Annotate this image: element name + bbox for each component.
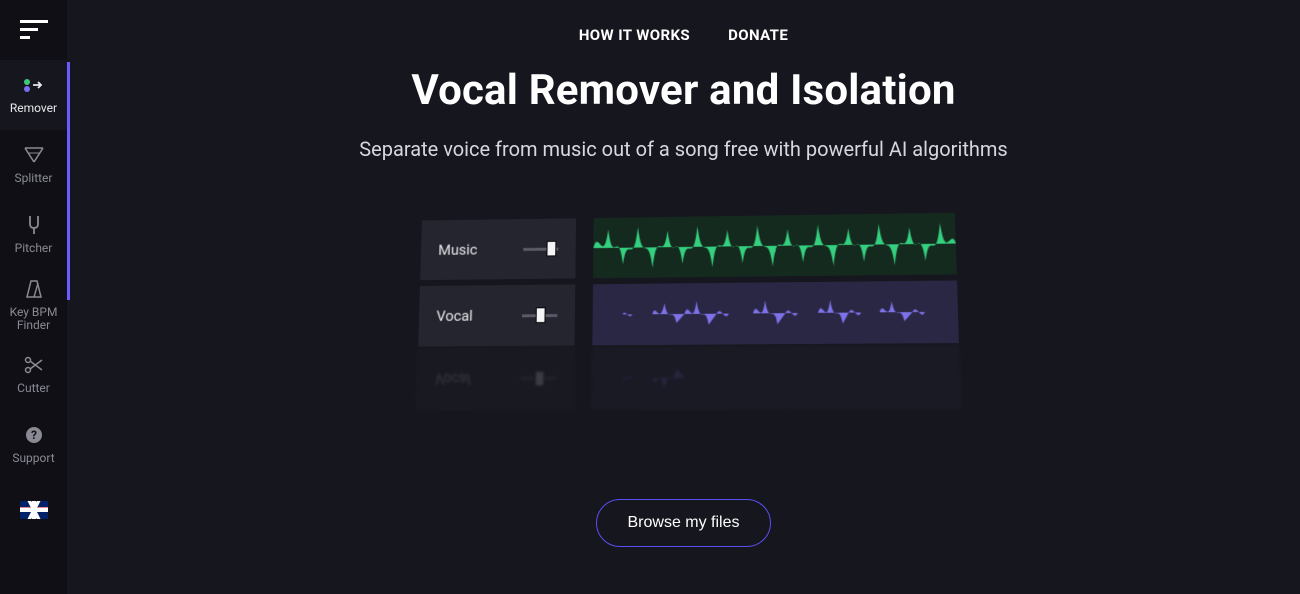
track-label: Vocal: [436, 307, 473, 325]
tuning-fork-icon: [23, 214, 45, 236]
nav-donate[interactable]: DONATE: [728, 26, 788, 44]
sidebar-item-label: Cutter: [17, 382, 50, 395]
language-selector[interactable]: [0, 480, 67, 530]
sidebar-item-label: Remover: [10, 102, 57, 115]
sidebar-item-cutter[interactable]: Cutter: [0, 340, 67, 410]
sidebar-item-remover[interactable]: Remover: [0, 60, 67, 130]
track-label: Music: [438, 241, 478, 259]
sidebar-item-support[interactable]: ? Support: [0, 410, 67, 480]
vocal-slider[interactable]: [521, 309, 556, 321]
page-subtitle: Separate voice from music out of a song …: [359, 137, 1008, 161]
top-nav: HOW IT WORKS DONATE: [579, 0, 788, 58]
uk-flag-icon: [20, 501, 48, 519]
page-title: Vocal Remover and Isolation: [411, 66, 955, 115]
sidebar: Remover Splitter Pitcher Key BPM Finder: [0, 0, 67, 594]
music-waveform: [593, 213, 957, 279]
metronome-icon: [23, 278, 45, 300]
splitter-icon: [23, 144, 45, 166]
browse-files-button[interactable]: Browse my files: [596, 499, 770, 547]
sidebar-item-keybpm[interactable]: Key BPM Finder: [0, 270, 67, 340]
sidebar-item-label: Splitter: [15, 172, 53, 185]
menu-icon: [20, 20, 48, 40]
svg-text:?: ?: [31, 428, 37, 442]
vocal-waveform: [592, 280, 959, 345]
sidebar-item-pitcher[interactable]: Pitcher: [0, 200, 67, 270]
scissors-icon: [23, 354, 45, 376]
track-vocal: Vocal: [418, 280, 959, 346]
nav-how-it-works[interactable]: HOW IT WORKS: [579, 26, 690, 44]
sidebar-item-label: Support: [12, 452, 54, 465]
sidebar-active-indicator: [67, 62, 70, 300]
music-slider[interactable]: [523, 243, 558, 255]
menu-toggle[interactable]: [0, 0, 67, 60]
help-icon: ?: [23, 424, 45, 446]
sidebar-item-label: Key BPM Finder: [10, 306, 58, 332]
remover-icon: [23, 74, 45, 96]
sidebar-item-splitter[interactable]: Splitter: [0, 130, 67, 200]
sidebar-item-label: Pitcher: [15, 242, 53, 255]
waveform-visual: Music Vocal: [414, 215, 954, 409]
main-content: HOW IT WORKS DONATE Vocal Remover and Is…: [67, 0, 1300, 594]
track-music: Music: [420, 213, 957, 280]
